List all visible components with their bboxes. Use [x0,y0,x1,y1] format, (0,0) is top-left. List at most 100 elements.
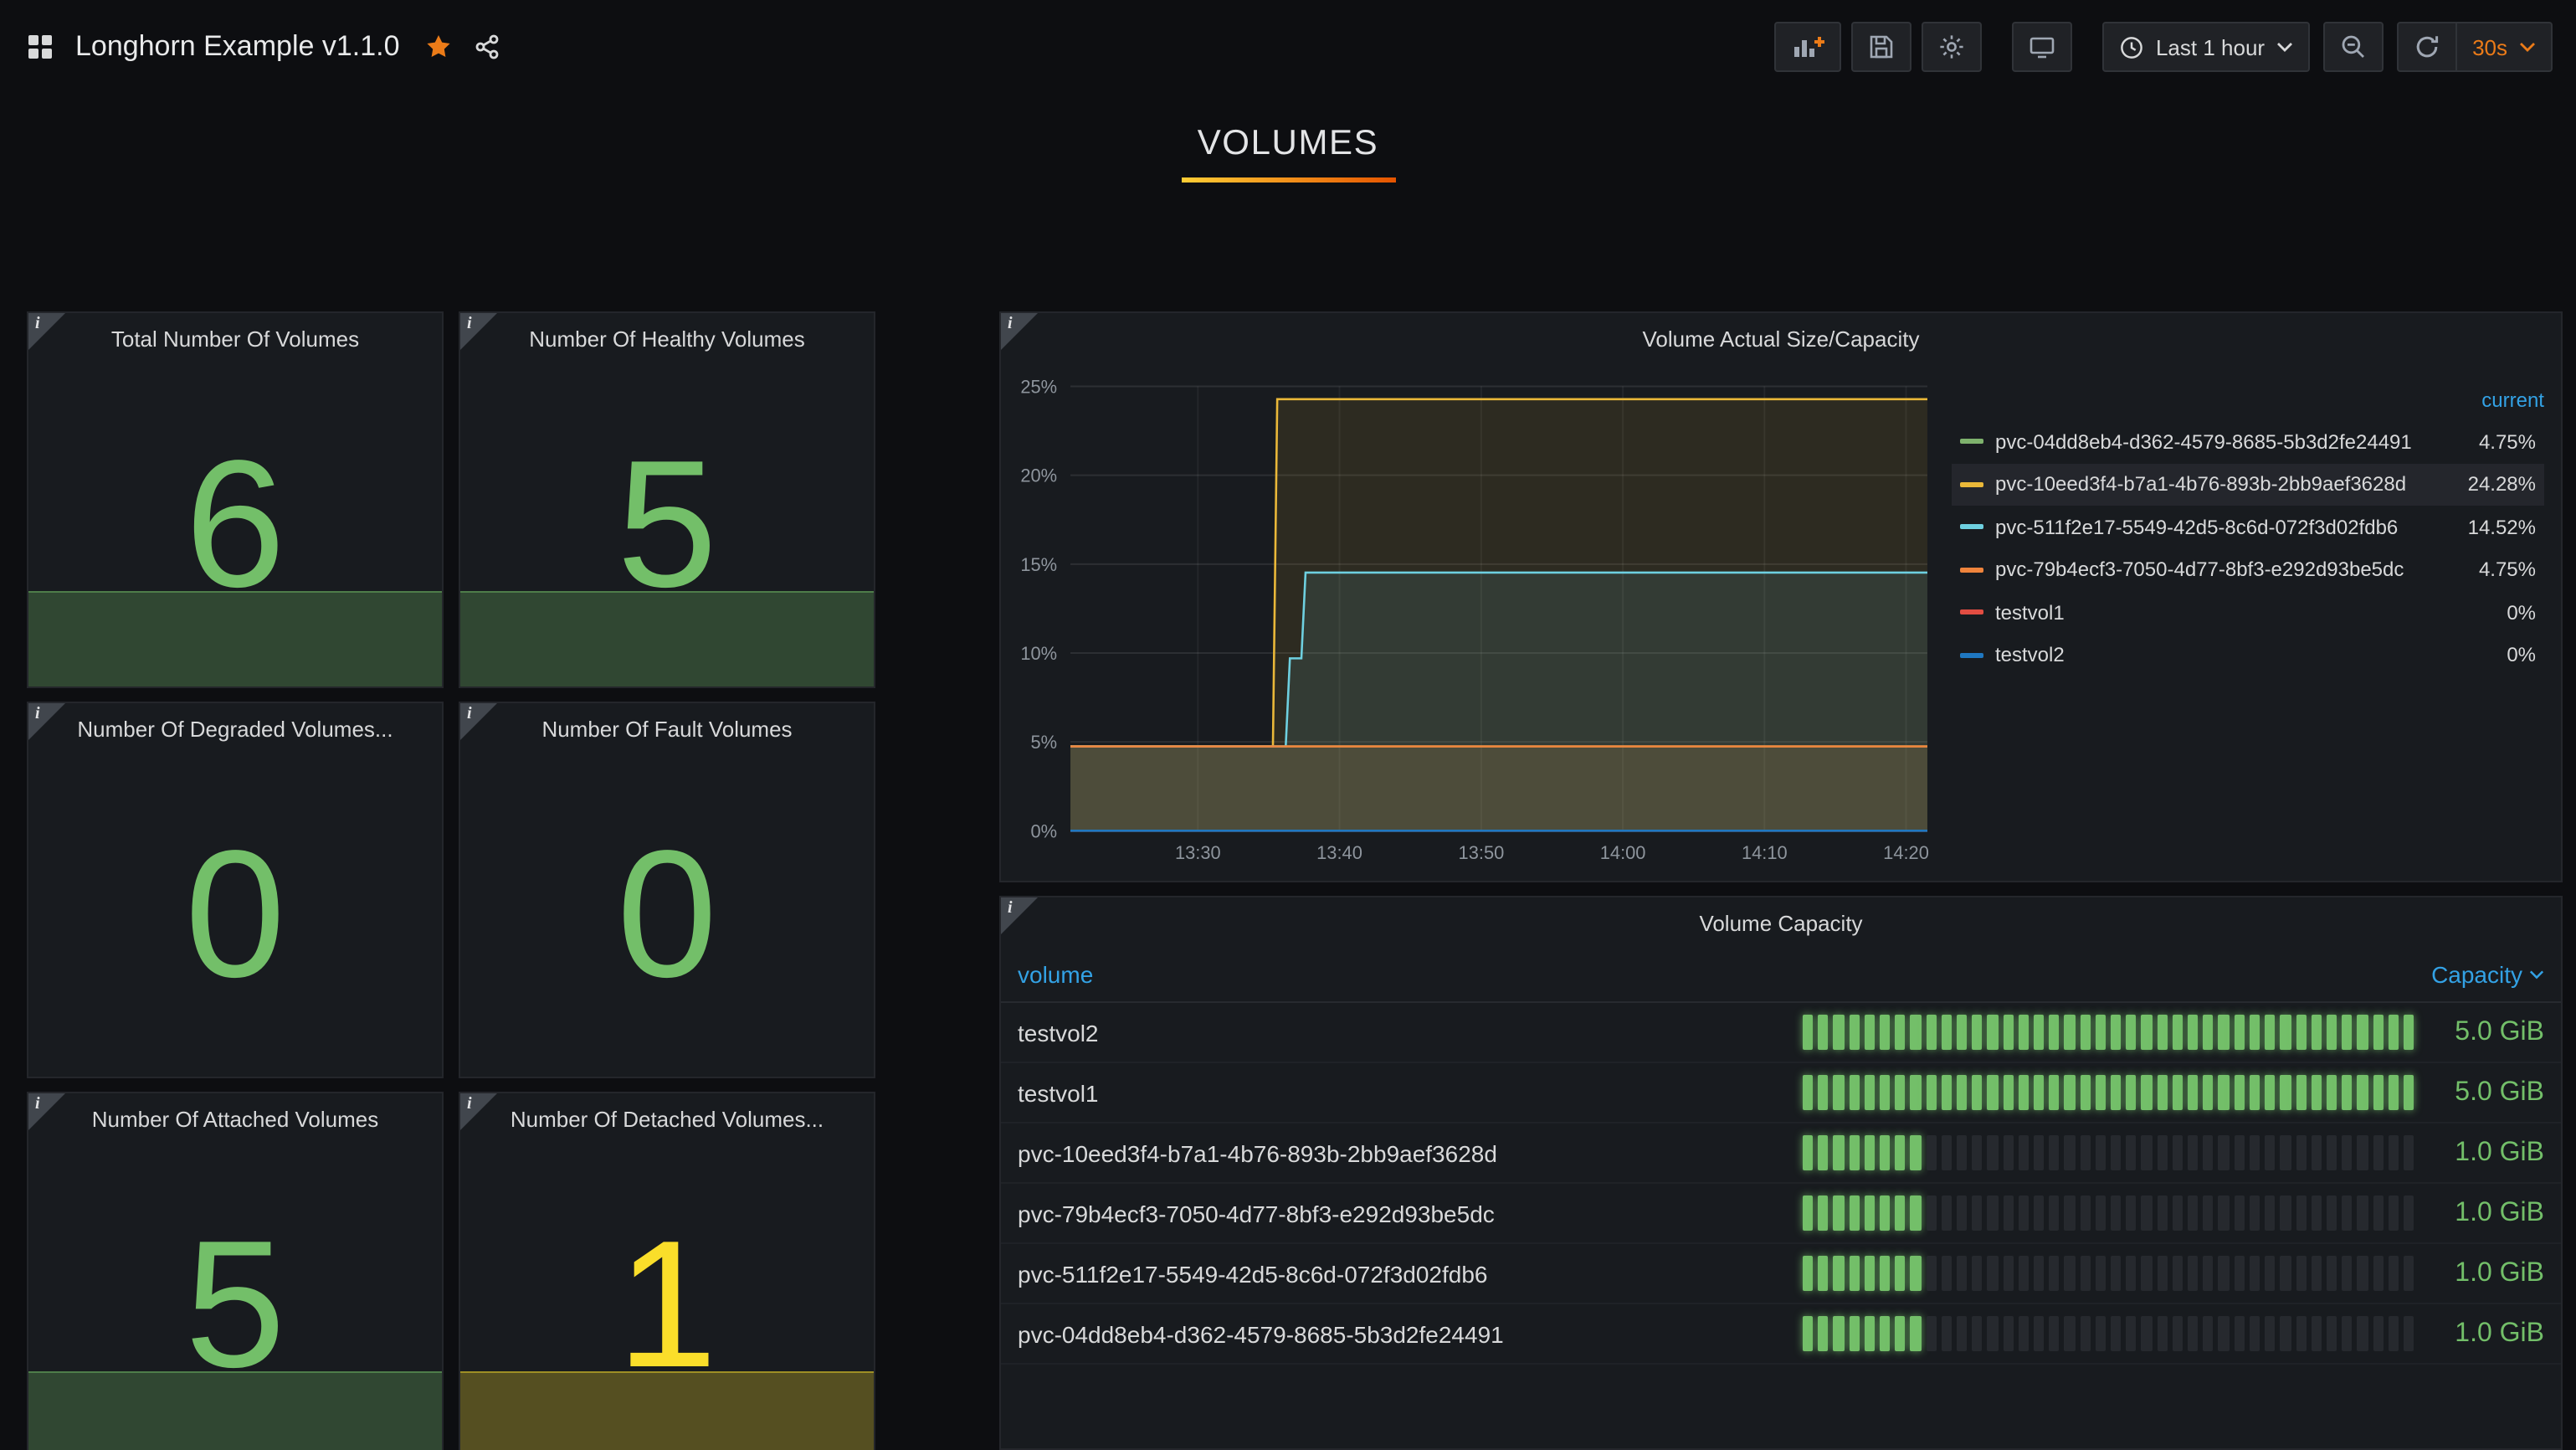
info-icon: i [35,1095,40,1113]
panel-title[interactable]: Volume Actual Size/Capacity [1001,313,2561,363]
time-range-picker[interactable]: Last 1 hour [2102,22,2310,72]
panel-title[interactable]: Number Of Degraded Volumes... [28,703,442,753]
navbar-right: Last 1 hour 30s [1764,22,2553,72]
svg-text:20%: 20% [1020,465,1057,486]
volume-name-cell: testvol1 [1018,1079,1803,1106]
info-icon: i [1008,315,1013,333]
legend-item[interactable]: pvc-04dd8eb4-d362-4579-8685-5b3d2fe24491… [1952,420,2544,463]
panel-info-corner[interactable]: i [28,313,65,350]
panel-title[interactable]: Number Of Fault Volumes [460,703,874,753]
stat-panel-healthy-volumes: i Number Of Healthy Volumes 5 [459,311,875,688]
legend-item[interactable]: pvc-10eed3f4-b7a1-4b76-893b-2bb9aef3628d… [1952,463,2544,506]
panel-title[interactable]: Volume Capacity [1001,897,2561,948]
capacity-led-gauge [1803,1316,2414,1351]
grid-icon [27,33,54,60]
capacity-table-row: pvc-04dd8eb4-d362-4579-8685-5b3d2fe24491… [1001,1304,2561,1365]
legend-item[interactable]: testvol1 0% [1952,591,2544,634]
panel-info-corner[interactable]: i [460,313,497,350]
svg-text:15%: 15% [1020,554,1057,575]
row-title[interactable]: VOLUMES [1198,124,1379,164]
svg-text:25%: 25% [1020,376,1057,397]
series-color-swatch [1960,610,1983,615]
capacity-table-row: pvc-10eed3f4-b7a1-4b76-893b-2bb9aef3628d… [1001,1123,2561,1184]
panel-info-corner[interactable]: i [28,1093,65,1130]
stat-panel-detached-volumes: i Number Of Detached Volumes... 1 [459,1092,875,1450]
zoom-out-icon [2340,33,2367,60]
legend-item[interactable]: testvol2 0% [1952,634,2544,676]
info-icon: i [1008,899,1013,918]
add-panel-icon [1791,33,1824,60]
panel-title[interactable]: Number Of Attached Volumes [28,1093,442,1144]
capacity-led-gauge [1803,1015,2414,1050]
chart-legend: current pvc-04dd8eb4-d362-4579-8685-5b3d… [1952,380,2544,676]
row-header-volumes: VOLUMES [0,124,2576,183]
legend-item[interactable]: pvc-511f2e17-5549-42d5-8c6d-072f3d02fdb6… [1952,506,2544,548]
column-header-volume[interactable]: volume [1018,961,1093,988]
row-title-underline [1181,177,1395,183]
cycle-view-mode-button[interactable] [2012,22,2072,72]
volume-name-cell: pvc-04dd8eb4-d362-4579-8685-5b3d2fe24491 [1018,1320,1803,1347]
stat-panel-degraded-volumes: i Number Of Degraded Volumes... 0 [27,702,444,1078]
volume-name-cell: pvc-10eed3f4-b7a1-4b76-893b-2bb9aef3628d [1018,1139,1803,1166]
series-current-value: 4.75% [2479,430,2536,454]
table-panel-volume-capacity: i Volume Capacity volume Capacity testvo… [999,896,2563,1450]
favorite-star-button[interactable] [422,30,455,64]
timeseries-panel-volume-actual-size: i Volume Actual Size/Capacity 0%5%10%15%… [999,311,2563,882]
series-current-value: 4.75% [2479,558,2536,582]
panel-info-corner[interactable]: i [460,1093,497,1130]
sort-chevron-icon [2529,969,2544,980]
add-panel-button[interactable] [1774,22,1841,72]
series-color-swatch [1960,525,1983,530]
save-icon [1868,33,1895,60]
share-icon [474,33,500,60]
navbar: Longhorn Example v1.1.0 Last [0,0,2576,94]
panel-info-corner[interactable]: i [1001,313,1038,350]
refresh-interval-label: 30s [2472,34,2507,59]
stat-sparkline-area [28,1371,442,1450]
refresh-button[interactable] [2397,22,2457,72]
panel-title[interactable]: Number Of Healthy Volumes [460,313,874,363]
capacity-led-gauge [1803,1195,2414,1231]
share-dashboard-button[interactable] [470,30,504,64]
dashboard-settings-button[interactable] [1922,22,1982,72]
info-icon: i [467,1095,472,1113]
panel-info-corner[interactable]: i [1001,897,1038,934]
capacity-table-row: pvc-511f2e17-5549-42d5-8c6d-072f3d02fdb6… [1001,1244,2561,1304]
capacity-value-cell: 5.0 GiB [2437,1017,2544,1047]
stat-value: 0 [28,703,442,1077]
panel-info-corner[interactable]: i [28,703,65,740]
legend-current-sort[interactable]: current [2481,388,2544,412]
capacity-value-cell: 1.0 GiB [2437,1138,2544,1168]
stat-panel-attached-volumes: i Number Of Attached Volumes 5 [27,1092,444,1450]
capacity-value-cell: 1.0 GiB [2437,1319,2544,1349]
panel-title[interactable]: Number Of Detached Volumes... [460,1093,874,1144]
panel-info-corner[interactable]: i [460,703,497,740]
refresh-interval-picker[interactable]: 30s [2455,22,2553,72]
info-icon: i [467,315,472,333]
tv-monitor-icon [2029,33,2055,60]
svg-text:14:10: 14:10 [1742,842,1788,863]
capacity-value-cell: 1.0 GiB [2437,1198,2544,1228]
capacity-led-gauge [1803,1135,2414,1170]
volume-name-cell: pvc-79b4ecf3-7050-4d77-8bf3-e292d93be5dc [1018,1200,1803,1226]
column-header-capacity[interactable]: Capacity [2431,961,2544,988]
series-color-swatch [1960,653,1983,658]
stat-sparkline-area [28,591,442,686]
series-name: pvc-511f2e17-5549-42d5-8c6d-072f3d02fdb6 [1995,516,2455,539]
chevron-down-icon [2276,42,2293,52]
capacity-table-row: testvol1 5.0 GiB [1001,1063,2561,1123]
series-name: pvc-79b4ecf3-7050-4d77-8bf3-e292d93be5dc [1995,558,2466,582]
zoom-out-time-button[interactable] [2323,22,2384,72]
dashboard-grid-icon[interactable] [23,30,57,64]
save-dashboard-button[interactable] [1851,22,1911,72]
legend-item[interactable]: pvc-79b4ecf3-7050-4d77-8bf3-e292d93be5dc… [1952,548,2544,591]
svg-text:10%: 10% [1020,643,1057,664]
info-icon: i [35,705,40,723]
series-current-value: 0% [2507,644,2536,667]
navbar-left: Longhorn Example v1.1.0 [23,30,504,64]
panel-title[interactable]: Total Number Of Volumes [28,313,442,363]
svg-text:13:30: 13:30 [1175,842,1221,863]
grafana-dashboard: Longhorn Example v1.1.0 Last [0,0,2576,1450]
dashboard-title[interactable]: Longhorn Example v1.1.0 [75,30,400,64]
stat-sparkline-area [460,1371,874,1450]
